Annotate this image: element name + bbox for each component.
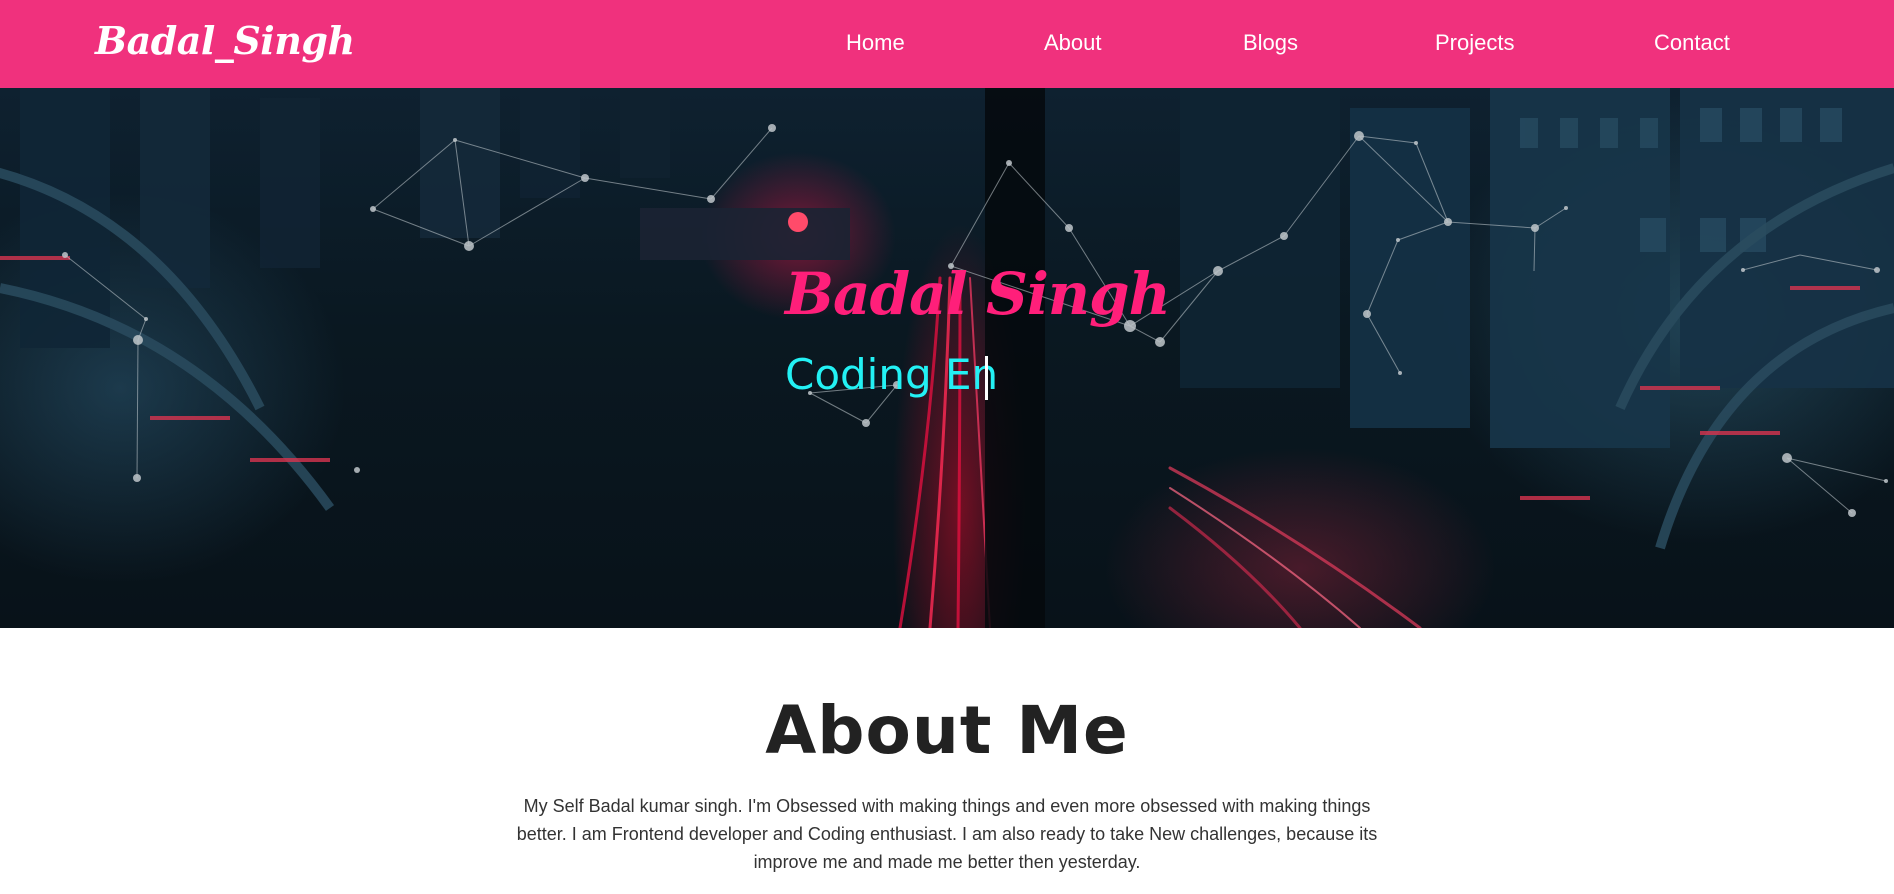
hero-name: Badal Singh <box>785 260 1171 328</box>
nav-link-home[interactable]: Home <box>846 30 905 56</box>
nav-link-blogs[interactable]: Blogs <box>1243 30 1298 56</box>
nav-link-projects[interactable]: Projects <box>1435 30 1514 56</box>
traffic-light-trails <box>898 276 1422 628</box>
navbar: Badal_Singh Home About Blogs Projects Co… <box>0 0 1894 88</box>
hero-section: Badal Singh Coding En <box>0 88 1894 628</box>
typing-cursor <box>985 356 988 400</box>
about-description: My Self Badal kumar singh. I'm Obsessed … <box>516 796 1378 872</box>
hero-typed-text: Coding En <box>785 350 999 399</box>
brand-logo[interactable]: Badal_Singh <box>95 18 355 63</box>
nav-link-contact[interactable]: Contact <box>1654 30 1730 56</box>
about-title: About Me <box>765 692 1129 769</box>
nav-link-about[interactable]: About <box>1044 30 1102 56</box>
